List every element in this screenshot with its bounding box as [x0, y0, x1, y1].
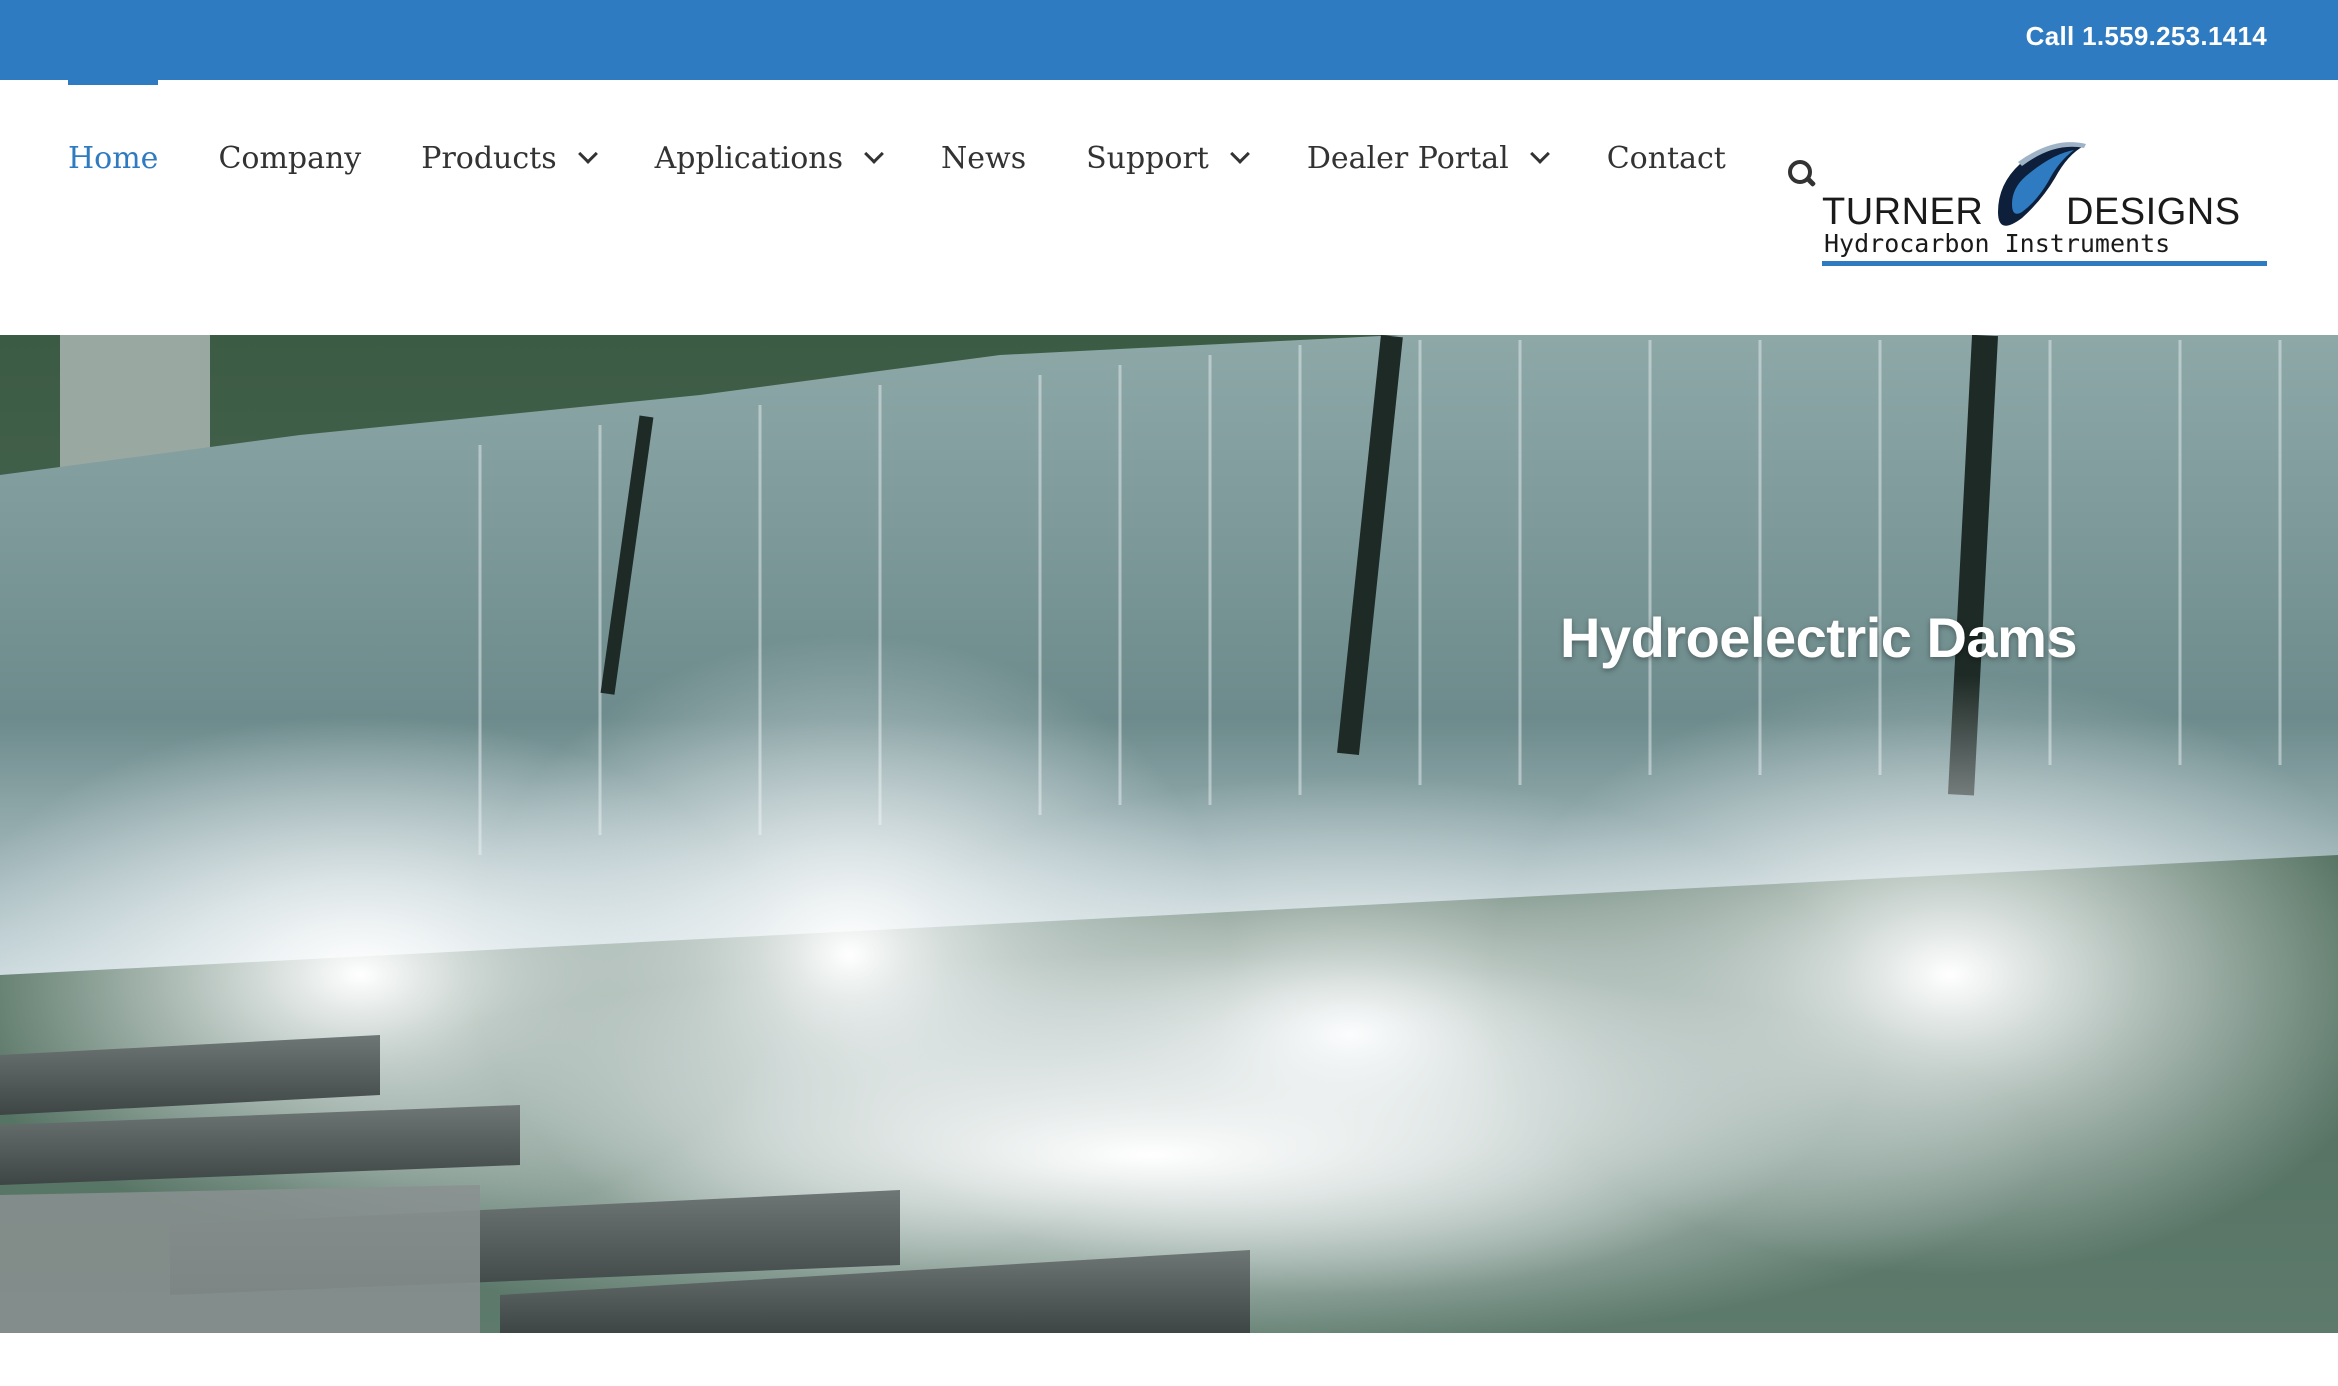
chevron-down-icon: [577, 144, 598, 164]
nav-item-dealer-portal[interactable]: Dealer Portal: [1306, 80, 1550, 184]
logo-text-designs: DESIGNS: [2066, 191, 2241, 233]
nav-item-contact[interactable]: Contact: [1607, 80, 1726, 184]
nav-item-label: Dealer Portal: [1306, 140, 1509, 176]
search-icon[interactable]: [1786, 158, 1816, 188]
logo-underline: [1822, 261, 2267, 266]
nav-item-label: Applications: [654, 140, 844, 176]
nav-item-label: Company: [218, 140, 362, 176]
nav-item-label: Support: [1086, 140, 1209, 176]
nav-item-applications[interactable]: Applications: [654, 80, 884, 184]
nav-item-support[interactable]: Support: [1086, 80, 1250, 184]
main-nav: Home Company Products Applications News …: [68, 80, 1816, 200]
nav-item-products[interactable]: Products: [421, 80, 598, 184]
hero-title: Hydroelectric Dams: [1560, 606, 2078, 669]
hero-banner: Hydroelectric Dams: [0, 335, 2338, 1333]
nav-item-news[interactable]: News: [941, 80, 1026, 184]
phone-link[interactable]: Call 1.559.253.1414: [2026, 18, 2267, 54]
nav-item-company[interactable]: Company: [218, 80, 361, 184]
chevron-down-icon: [864, 144, 884, 164]
logo-text-tagline: Hydrocarbon Instruments: [1824, 229, 2170, 258]
nav-item-home[interactable]: Home: [68, 80, 159, 184]
nav-item-label: Home: [68, 140, 159, 176]
nav-item-label: News: [941, 140, 1027, 176]
search-icon-handle: [1804, 175, 1816, 188]
hero-background-image: [0, 335, 2338, 1333]
company-logo[interactable]: TURNER DESIGNS Hydrocarbon Instruments: [1822, 140, 2267, 270]
logo-text-turner: TURNER: [1822, 191, 1983, 233]
chevron-down-icon: [1229, 144, 1250, 164]
top-bar: Call 1.559.253.1414: [0, 0, 2338, 80]
chevron-down-icon: [1529, 144, 1550, 164]
nav-item-label: Contact: [1606, 140, 1726, 176]
site-header: Home Company Products Applications News …: [0, 80, 2338, 335]
nav-item-label: Products: [421, 140, 557, 176]
